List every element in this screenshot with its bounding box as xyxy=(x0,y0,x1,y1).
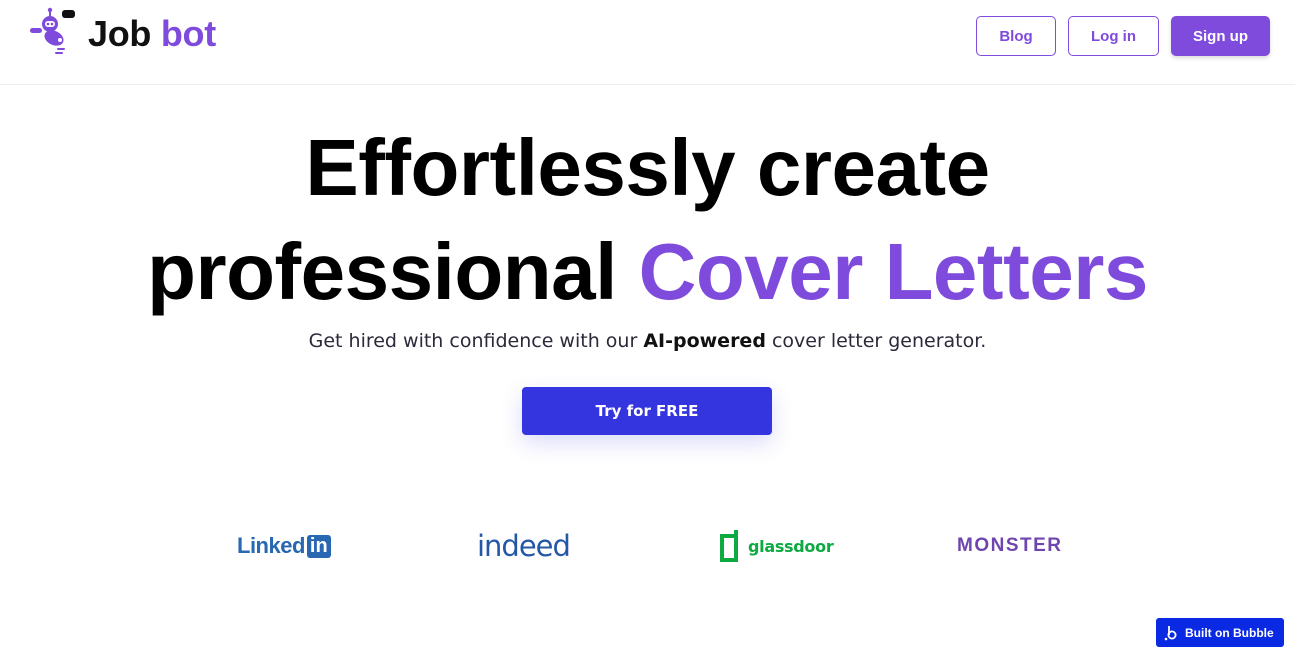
indeed-logo: indeed xyxy=(477,526,571,566)
blog-button[interactable]: Blog xyxy=(976,16,1056,56)
signup-button[interactable]: Sign up xyxy=(1171,16,1270,56)
subtitle-pre: Get hired with confidence with our xyxy=(308,330,638,352)
try-free-button[interactable]: Try for FREE xyxy=(522,387,772,435)
glassdoor-door-icon xyxy=(720,530,738,562)
glassdoor-logo: glassdoor xyxy=(718,526,834,566)
logo-job-text: Job xyxy=(88,13,152,54)
monster-logo-text: MONSTER xyxy=(957,535,1063,556)
hero-subtitle: Get hired with confidence with our AI-po… xyxy=(0,330,1295,352)
bubble-b-icon xyxy=(1164,625,1177,640)
linkedin-logo: Linked in xyxy=(237,526,331,566)
hero-line-2-accent: Cover Letters xyxy=(638,227,1149,316)
hero-line-2-plain: professional xyxy=(147,227,617,316)
site-logo[interactable]: Job bot xyxy=(26,6,216,58)
bubble-badge-label: Built on Bubble xyxy=(1185,625,1274,640)
subtitle-post: cover letter generator. xyxy=(771,330,987,352)
hero-line-2: professional Cover Letters xyxy=(0,220,1295,324)
hero-line-1: Effortlessly create xyxy=(305,123,990,212)
logo-bot-text: bot xyxy=(160,13,216,54)
indeed-logo-text: indeed xyxy=(477,529,571,563)
robot-icon xyxy=(30,7,75,54)
built-on-bubble-badge[interactable]: Built on Bubble xyxy=(1156,618,1284,647)
login-button[interactable]: Log in xyxy=(1068,16,1159,56)
hero-headline: Effortlessly create professional Cover L… xyxy=(0,116,1295,324)
logo-wordmark: Job bot xyxy=(88,13,216,55)
linkedin-logo-text: Linked xyxy=(237,533,305,558)
site-header: Job bot Blog Log in Sign up xyxy=(0,0,1295,85)
monster-logo: MONSTER xyxy=(957,526,1063,566)
glassdoor-logo-text: glassdoor xyxy=(748,536,834,556)
subtitle-bold: AI-powered xyxy=(643,330,766,352)
linkedin-logo-box: in xyxy=(306,534,331,558)
